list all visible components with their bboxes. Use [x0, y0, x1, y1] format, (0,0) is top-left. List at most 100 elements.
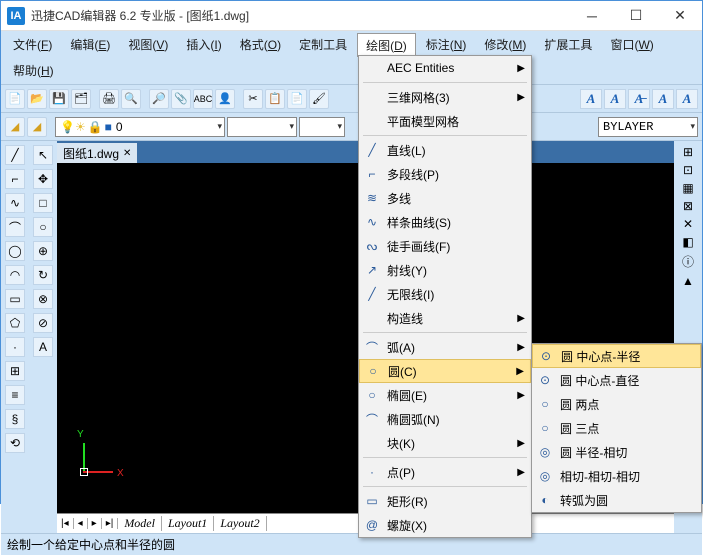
menu-帮助[interactable]: 帮助(H) — [5, 59, 62, 82]
textstyle-a2[interactable]: A — [604, 89, 626, 109]
draw-tool-4[interactable]: ◯ — [5, 241, 25, 261]
mod-tool-2[interactable]: □ — [33, 193, 53, 213]
draw-item-直线(L)[interactable]: ╱直线(L) — [359, 138, 531, 162]
textstyle-a4[interactable]: A — [652, 89, 674, 109]
print-button[interactable]: 🖨 — [99, 89, 119, 109]
draw-item-样条曲线(S)[interactable]: ∿样条曲线(S) — [359, 210, 531, 234]
circle-item-圆 半径-相切[interactable]: ◎圆 半径-相切 — [532, 440, 701, 464]
menu-编辑[interactable]: 编辑(E) — [62, 33, 118, 57]
draw-item-多线[interactable]: ≋多线 — [359, 186, 531, 210]
circle-item-圆 中心点-直径[interactable]: ⊙圆 中心点-直径 — [532, 368, 701, 392]
right-tool-2[interactable]: ▦ — [682, 181, 693, 195]
draw-tool-6[interactable]: ▭ — [5, 289, 25, 309]
maximize-button[interactable]: ☐ — [614, 1, 658, 31]
circle-item-圆 三点[interactable]: ○圆 三点 — [532, 416, 701, 440]
layout-tab-Model[interactable]: Model — [118, 516, 162, 531]
draw-item-螺旋(X)[interactable]: @螺旋(X) — [359, 513, 531, 537]
right-tool-7[interactable]: ▲ — [682, 274, 694, 288]
preview-button[interactable]: 🔍 — [121, 89, 141, 109]
textstyle-a5[interactable]: A — [676, 89, 698, 109]
tab-nav-next[interactable]: ▸ — [88, 518, 102, 529]
mod-tool-1[interactable]: ✥ — [33, 169, 53, 189]
draw-item-块(K)[interactable]: 块(K)▶ — [359, 431, 531, 455]
menu-绘图[interactable]: 绘图(D) — [357, 33, 416, 57]
right-tool-1[interactable]: ⊡ — [683, 163, 693, 177]
spell-button[interactable]: ABC — [193, 89, 213, 109]
cut-button[interactable]: ✂ — [243, 89, 263, 109]
draw-item-圆(C)[interactable]: ○圆(C)▶ — [359, 359, 531, 383]
copy-button[interactable]: 📋 — [265, 89, 285, 109]
save-button[interactable]: 💾 — [49, 89, 69, 109]
draw-tool-1[interactable]: ⌐ — [5, 169, 25, 189]
mod-tool-5[interactable]: ↻ — [33, 265, 53, 285]
close-tab-icon[interactable]: ✕ — [123, 148, 131, 159]
menu-标注[interactable]: 标注(N) — [418, 33, 475, 57]
open-button[interactable]: 📂 — [27, 89, 47, 109]
circle-item-圆 中心点-半径[interactable]: ⊙圆 中心点-半径 — [532, 344, 701, 368]
draw-tool-2[interactable]: ∿ — [5, 193, 25, 213]
draw-item-椭圆(E)[interactable]: ○椭圆(E)▶ — [359, 383, 531, 407]
draw-item-弧(A)[interactable]: ⌒弧(A)▶ — [359, 335, 531, 359]
draw-tool-12[interactable]: ⟲ — [5, 433, 25, 453]
layer-tool-2[interactable]: ◢ — [27, 117, 47, 137]
layout-tab-Layout1[interactable]: Layout1 — [162, 516, 214, 531]
draw-tool-10[interactable]: ≡ — [5, 385, 25, 405]
layer-combo[interactable]: 💡☀🔒■0 — [55, 117, 225, 137]
draw-tool-8[interactable]: · — [5, 337, 25, 357]
textstyle-a3[interactable]: A̶ — [628, 89, 650, 109]
tab-nav-last[interactable]: ▸| — [102, 518, 119, 529]
draw-tool-11[interactable]: § — [5, 409, 25, 429]
draw-item-无限线(I)[interactable]: ╱无限线(I) — [359, 282, 531, 306]
draw-item-构造线[interactable]: 构造线▶ — [359, 306, 531, 330]
layer-tool-1[interactable]: ◢ — [5, 117, 25, 137]
tool-button[interactable]: 👤 — [215, 89, 235, 109]
draw-item-三维网格(3)[interactable]: 三维网格(3)▶ — [359, 85, 531, 109]
draw-tool-5[interactable]: ◠ — [5, 265, 25, 285]
draw-item-平面模型网格[interactable]: 平面模型网格 — [359, 109, 531, 133]
draw-tool-3[interactable]: ⌒ — [5, 217, 25, 237]
menu-格式[interactable]: 格式(O) — [232, 33, 289, 57]
circle-item-转弧为圆[interactable]: ◐转弧为圆 — [532, 488, 701, 512]
tab-nav-first[interactable]: |◂ — [57, 518, 74, 529]
mod-tool-7[interactable]: ⊘ — [33, 313, 53, 333]
minimize-button[interactable]: ─ — [570, 1, 614, 31]
color-combo[interactable] — [227, 117, 297, 137]
right-tool-6[interactable]: ⓘ — [682, 253, 694, 270]
draw-item-矩形(R)[interactable]: ▭矩形(R) — [359, 489, 531, 513]
draw-tool-7[interactable]: ⬠ — [5, 313, 25, 333]
mod-tool-0[interactable]: ↖ — [33, 145, 53, 165]
new-button[interactable]: 📄 — [5, 89, 25, 109]
draw-item-射线(Y)[interactable]: ↗射线(Y) — [359, 258, 531, 282]
draw-item-AEC Entities[interactable]: AEC Entities▶ — [359, 56, 531, 80]
match-button[interactable]: 🖌 — [309, 89, 329, 109]
mod-tool-3[interactable]: ○ — [33, 217, 53, 237]
right-tool-0[interactable]: ⊞ — [683, 145, 693, 159]
draw-item-点(P)[interactable]: ·点(P)▶ — [359, 460, 531, 484]
mod-tool-6[interactable]: ⊗ — [33, 289, 53, 309]
menu-文件[interactable]: 文件(F) — [5, 33, 60, 57]
mod-tool-4[interactable]: ⊕ — [33, 241, 53, 261]
menu-插入[interactable]: 插入(I) — [178, 33, 229, 57]
right-tool-5[interactable]: ◧ — [682, 235, 693, 249]
attach-button[interactable]: 📎 — [171, 89, 191, 109]
menu-窗口[interactable]: 窗口(W) — [602, 33, 661, 57]
textstyle-a1[interactable]: A — [580, 89, 602, 109]
mod-tool-8[interactable]: A — [33, 337, 53, 357]
ltype-combo[interactable] — [299, 117, 345, 137]
menu-扩展工具[interactable]: 扩展工具 — [536, 33, 600, 57]
close-button[interactable]: ✕ — [658, 1, 702, 31]
menu-视图[interactable]: 视图(V) — [120, 33, 176, 57]
draw-item-椭圆弧(N)[interactable]: ⌒椭圆弧(N) — [359, 407, 531, 431]
tab-nav-prev[interactable]: ◂ — [74, 518, 88, 529]
circle-item-相切-相切-相切[interactable]: ◎相切-相切-相切 — [532, 464, 701, 488]
paste-button[interactable]: 📄 — [287, 89, 307, 109]
right-tool-3[interactable]: ⊠ — [683, 199, 693, 213]
draw-item-多段线(P)[interactable]: ⌐多段线(P) — [359, 162, 531, 186]
layout-tab-Layout2[interactable]: Layout2 — [214, 516, 266, 531]
find-button[interactable]: 🔎 — [149, 89, 169, 109]
draw-item-徒手画线(F)[interactable]: ᔓ徒手画线(F) — [359, 234, 531, 258]
file-tab[interactable]: 图纸1.dwg ✕ — [57, 143, 137, 164]
menu-修改[interactable]: 修改(M) — [476, 33, 534, 57]
circle-item-圆 两点[interactable]: ○圆 两点 — [532, 392, 701, 416]
saveall-button[interactable]: 🗂 — [71, 89, 91, 109]
